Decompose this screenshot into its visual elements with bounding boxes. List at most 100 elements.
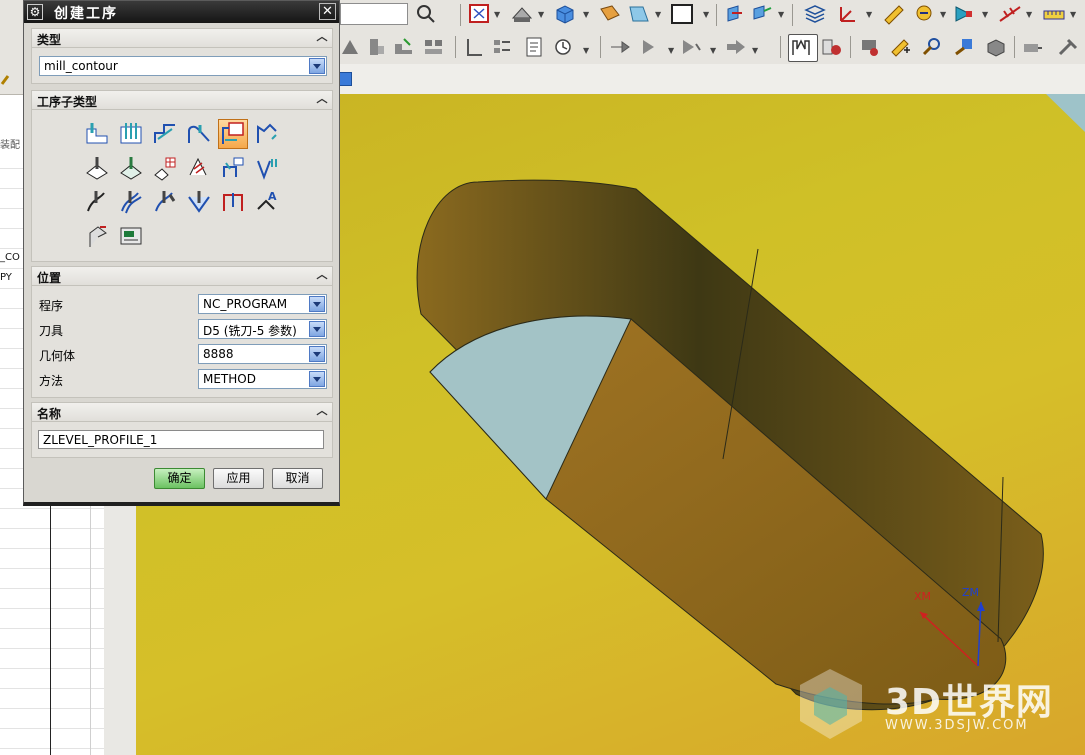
operation-icon[interactable]: [338, 36, 362, 58]
watermark-url: WWW.3DSJW.COM: [885, 718, 1029, 733]
flowcut-multiple-icon[interactable]: [118, 189, 144, 215]
replay-path-icon[interactable]: [640, 36, 664, 58]
shop-doc-icon[interactable]: [788, 34, 818, 62]
toolpath-icon[interactable]: [998, 3, 1022, 25]
flowcut-smooth-icon[interactable]: [186, 189, 212, 215]
feeds-icon[interactable]: [820, 36, 844, 58]
chevron-up-icon[interactable]: ︿: [316, 405, 328, 417]
operation-name-input[interactable]: ZLEVEL_PROFILE_1: [38, 430, 324, 449]
section-name-header[interactable]: 名称 ︿: [31, 402, 333, 422]
blank-stock-icon[interactable]: [984, 36, 1008, 58]
section-subtype-header[interactable]: 工序子类型 ︿: [31, 90, 333, 110]
verify-path-icon[interactable]: [680, 36, 704, 58]
section-type-header[interactable]: 类型 ︿: [31, 28, 333, 48]
geometry-label: 几何体: [39, 349, 76, 363]
corner-rough-icon[interactable]: [152, 121, 178, 147]
chevron-down-icon[interactable]: [309, 58, 325, 74]
operation-name-value: ZLEVEL_PROFILE_1: [43, 433, 158, 447]
section-location-header[interactable]: 位置 ︿: [31, 266, 333, 286]
search-icon[interactable]: [414, 3, 438, 25]
face-color-icon[interactable]: [598, 3, 622, 25]
contour-area-icon[interactable]: [118, 155, 144, 181]
chevron-up-icon[interactable]: ︿: [316, 93, 328, 105]
create-operation-dialog: ⚙ 创建工序 ✕ 类型 ︿ mill_contour 工序子类型 ︿ A 位置 …: [23, 0, 340, 506]
measure-icon[interactable]: [882, 3, 906, 25]
create-program-icon[interactable]: [952, 36, 976, 58]
create-geometry-icon[interactable]: [920, 36, 944, 58]
mill-part-icon[interactable]: [1020, 36, 1044, 58]
zlevel-corner-icon[interactable]: [254, 121, 280, 147]
csys-icon[interactable]: [835, 3, 859, 25]
zlevel-profile-icon[interactable]: [218, 119, 248, 149]
tool-holder-icon[interactable]: [364, 36, 388, 58]
wcs-orient-icon[interactable]: [722, 3, 746, 25]
cancel-button[interactable]: 取消: [272, 468, 323, 489]
dialog-title: 创建工序: [54, 6, 118, 22]
generate-path-icon[interactable]: [608, 36, 632, 58]
flowcut-single-icon[interactable]: [84, 189, 110, 215]
settings-wrench-icon[interactable]: [1056, 36, 1080, 58]
profile-3d-icon[interactable]: [220, 189, 246, 215]
section-type-title: 类型: [37, 33, 62, 47]
chevron-down-icon[interactable]: [309, 346, 325, 362]
render-style-icon[interactable]: [510, 3, 534, 25]
plunge-mill-icon[interactable]: [118, 121, 144, 147]
streamline-icon[interactable]: [186, 155, 212, 181]
tool-select[interactable]: D5 (铣刀-5 参数): [198, 319, 327, 339]
shaded-cube-icon[interactable]: [553, 3, 577, 25]
contour-text-icon[interactable]: A: [254, 189, 280, 215]
chevron-down-icon[interactable]: [309, 321, 325, 337]
document-icon[interactable]: [522, 36, 546, 58]
contour-area-dir-steep-icon[interactable]: [254, 155, 280, 181]
command-search-input[interactable]: [340, 3, 408, 25]
chevron-down-icon[interactable]: [309, 296, 325, 312]
program-select-value: NC_PROGRAM: [203, 297, 288, 311]
method-select-value: METHOD: [203, 372, 256, 386]
program-select[interactable]: NC_PROGRAM: [198, 294, 327, 314]
list-item-label: PY: [0, 272, 12, 283]
simulate-icon[interactable]: [952, 3, 976, 25]
section-subtype-title: 工序子类型: [37, 95, 98, 109]
close-button[interactable]: ✕: [319, 3, 336, 20]
flowcut-ref-tool-icon[interactable]: [152, 189, 178, 215]
fit-view-icon[interactable]: [468, 3, 492, 25]
contour-surface-area-icon[interactable]: [152, 155, 178, 181]
tool-list-icon[interactable]: [422, 36, 446, 58]
mill-control-icon[interactable]: [118, 223, 144, 249]
cavity-mill-icon[interactable]: [84, 121, 110, 147]
translucency-icon[interactable]: [627, 3, 651, 25]
create-method-icon[interactable]: [888, 36, 912, 58]
method-select[interactable]: METHOD: [198, 369, 327, 389]
post-process-icon[interactable]: [724, 36, 748, 58]
tool-wrench-icon[interactable]: [0, 72, 12, 86]
ok-button[interactable]: 确定: [154, 468, 205, 489]
wcs-dynamic-icon[interactable]: [750, 3, 774, 25]
geometry-select[interactable]: 8888: [198, 344, 327, 364]
part-file-icon[interactable]: [338, 72, 352, 86]
gear-icon[interactable]: ⚙: [27, 4, 43, 20]
x-axis-label: XM: [914, 590, 932, 603]
mill-user-icon[interactable]: [84, 223, 110, 249]
analysis-icon[interactable]: [912, 3, 936, 25]
dialog-titlebar[interactable]: ⚙ 创建工序 ✕: [24, 1, 339, 23]
chevron-up-icon[interactable]: ︿: [316, 269, 328, 281]
tool-label: 刀具: [39, 324, 64, 338]
apply-button[interactable]: 应用: [213, 468, 264, 489]
tool-axis-icon[interactable]: [462, 36, 486, 58]
layer-settings-icon[interactable]: [803, 3, 827, 25]
rest-mill-icon[interactable]: [186, 121, 212, 147]
section-type-body: mill_contour: [31, 48, 333, 84]
contour-area-non-steep-icon[interactable]: [220, 155, 246, 181]
type-select[interactable]: mill_contour: [39, 56, 327, 76]
machine-tool-icon[interactable]: [858, 36, 882, 58]
background-icon[interactable]: [670, 3, 694, 25]
program-label: 程序: [39, 299, 64, 313]
chevron-down-icon[interactable]: [309, 371, 325, 387]
clock-icon[interactable]: [552, 36, 576, 58]
insert-tool-icon[interactable]: [392, 36, 416, 58]
method-label: 方法: [39, 374, 64, 388]
tool-path-list-icon[interactable]: [490, 36, 514, 58]
ruler-icon[interactable]: [1042, 3, 1066, 25]
fixed-contour-icon[interactable]: [84, 155, 110, 181]
chevron-up-icon[interactable]: ︿: [316, 31, 328, 43]
